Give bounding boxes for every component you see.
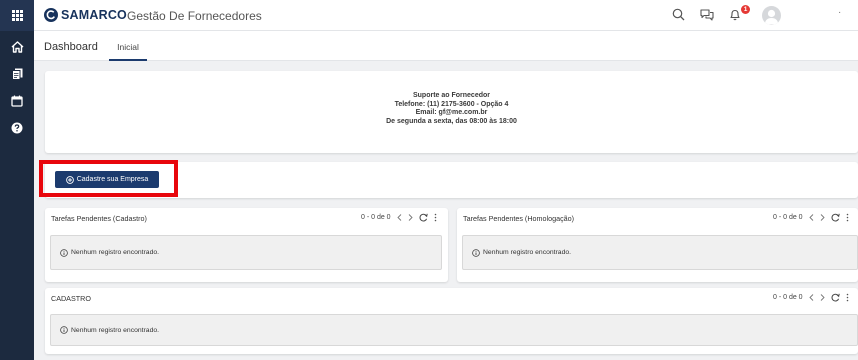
panel-title: Tarefas Pendentes (Cadastro) bbox=[51, 214, 147, 223]
pager-range: 0 - 0 de 0 bbox=[773, 294, 803, 301]
empty-state: Nenhum registro encontrado. bbox=[50, 235, 442, 270]
cadastro-panel: CADASTRO 0 - 0 de 0 Nenhum registro enco… bbox=[45, 288, 858, 354]
empty-message: Nenhum registro encontrado. bbox=[483, 249, 572, 256]
chat-icon[interactable] bbox=[700, 8, 714, 21]
support-info: Suporte ao Fornecedor Telefone: (11) 217… bbox=[45, 92, 858, 126]
home-icon[interactable] bbox=[0, 34, 34, 60]
pending-homologacao-panel: Tarefas Pendentes (Homologação) 0 - 0 de… bbox=[457, 208, 858, 282]
user-icon bbox=[764, 9, 779, 25]
pager: 0 - 0 de 0 bbox=[773, 293, 849, 302]
overflow-indicator: · bbox=[838, 7, 842, 18]
refresh-icon[interactable] bbox=[831, 213, 840, 222]
highlight-box bbox=[39, 160, 178, 197]
empty-state: Nenhum registro encontrado. bbox=[50, 314, 858, 346]
calendar-icon[interactable] bbox=[0, 88, 34, 114]
chevron-right-icon[interactable] bbox=[820, 214, 825, 221]
bell-icon[interactable] bbox=[729, 8, 741, 21]
tab-inicial-label: Inicial bbox=[117, 42, 139, 52]
logo-text: SAMARCO bbox=[61, 8, 127, 22]
empty-state: Nenhum registro encontrado. bbox=[462, 235, 858, 270]
chevron-left-icon[interactable] bbox=[808, 214, 814, 221]
support-email: Email: gf@me.com.br bbox=[415, 109, 488, 117]
empty-message: Nenhum registro encontrado. bbox=[71, 326, 160, 334]
tab-dashboard[interactable]: Dashboard bbox=[44, 41, 98, 53]
avatar[interactable] bbox=[762, 6, 781, 25]
samarco-logo-icon bbox=[44, 8, 58, 22]
tab-inicial[interactable]: Inicial bbox=[109, 42, 147, 61]
documents-icon[interactable] bbox=[0, 61, 34, 87]
panel-title: CADASTRO bbox=[51, 294, 91, 303]
left-sidebar bbox=[0, 0, 34, 360]
info-icon bbox=[60, 326, 68, 334]
tab-bar: Dashboard Inicial bbox=[34, 31, 858, 61]
info-icon bbox=[472, 248, 480, 257]
samarco-logo[interactable]: SAMARCO bbox=[44, 8, 127, 22]
pending-cadastro-panel: Tarefas Pendentes (Cadastro) 0 - 0 de 0 … bbox=[45, 208, 448, 282]
pager-range: 0 - 0 de 0 bbox=[773, 214, 803, 221]
apps-grid-icon[interactable] bbox=[0, 0, 34, 31]
chevron-left-icon[interactable] bbox=[396, 214, 402, 221]
app-title: Gestão De Fornecedores bbox=[127, 9, 262, 23]
support-card: Suporte ao Fornecedor Telefone: (11) 217… bbox=[45, 71, 858, 153]
top-bar: SAMARCO Gestão De Fornecedores 1 · bbox=[34, 0, 858, 31]
chevron-left-icon[interactable] bbox=[808, 294, 814, 301]
more-options-icon[interactable] bbox=[846, 293, 849, 302]
search-icon[interactable] bbox=[672, 8, 685, 21]
help-icon[interactable] bbox=[0, 115, 34, 141]
info-icon bbox=[60, 248, 68, 257]
more-options-icon[interactable] bbox=[434, 213, 437, 222]
notification-badge: 1 bbox=[741, 5, 750, 14]
refresh-icon[interactable] bbox=[831, 293, 840, 302]
pager: 0 - 0 de 0 bbox=[361, 213, 437, 222]
panel-title: Tarefas Pendentes (Homologação) bbox=[463, 214, 575, 223]
more-options-icon[interactable] bbox=[846, 213, 849, 222]
pager: 0 - 0 de 0 bbox=[773, 213, 849, 222]
chevron-right-icon[interactable] bbox=[408, 214, 413, 221]
support-phone: Telefone: (11) 2175-3600 - Opção 4 bbox=[394, 100, 509, 108]
support-hours: De segunda a sexta, das 08:00 às 18:00 bbox=[386, 117, 517, 125]
chevron-right-icon[interactable] bbox=[820, 294, 825, 301]
empty-message: Nenhum registro encontrado. bbox=[71, 249, 160, 256]
support-title: Suporte ao Fornecedor bbox=[412, 92, 490, 99]
pager-range: 0 - 0 de 0 bbox=[361, 214, 391, 221]
refresh-icon[interactable] bbox=[419, 213, 428, 222]
